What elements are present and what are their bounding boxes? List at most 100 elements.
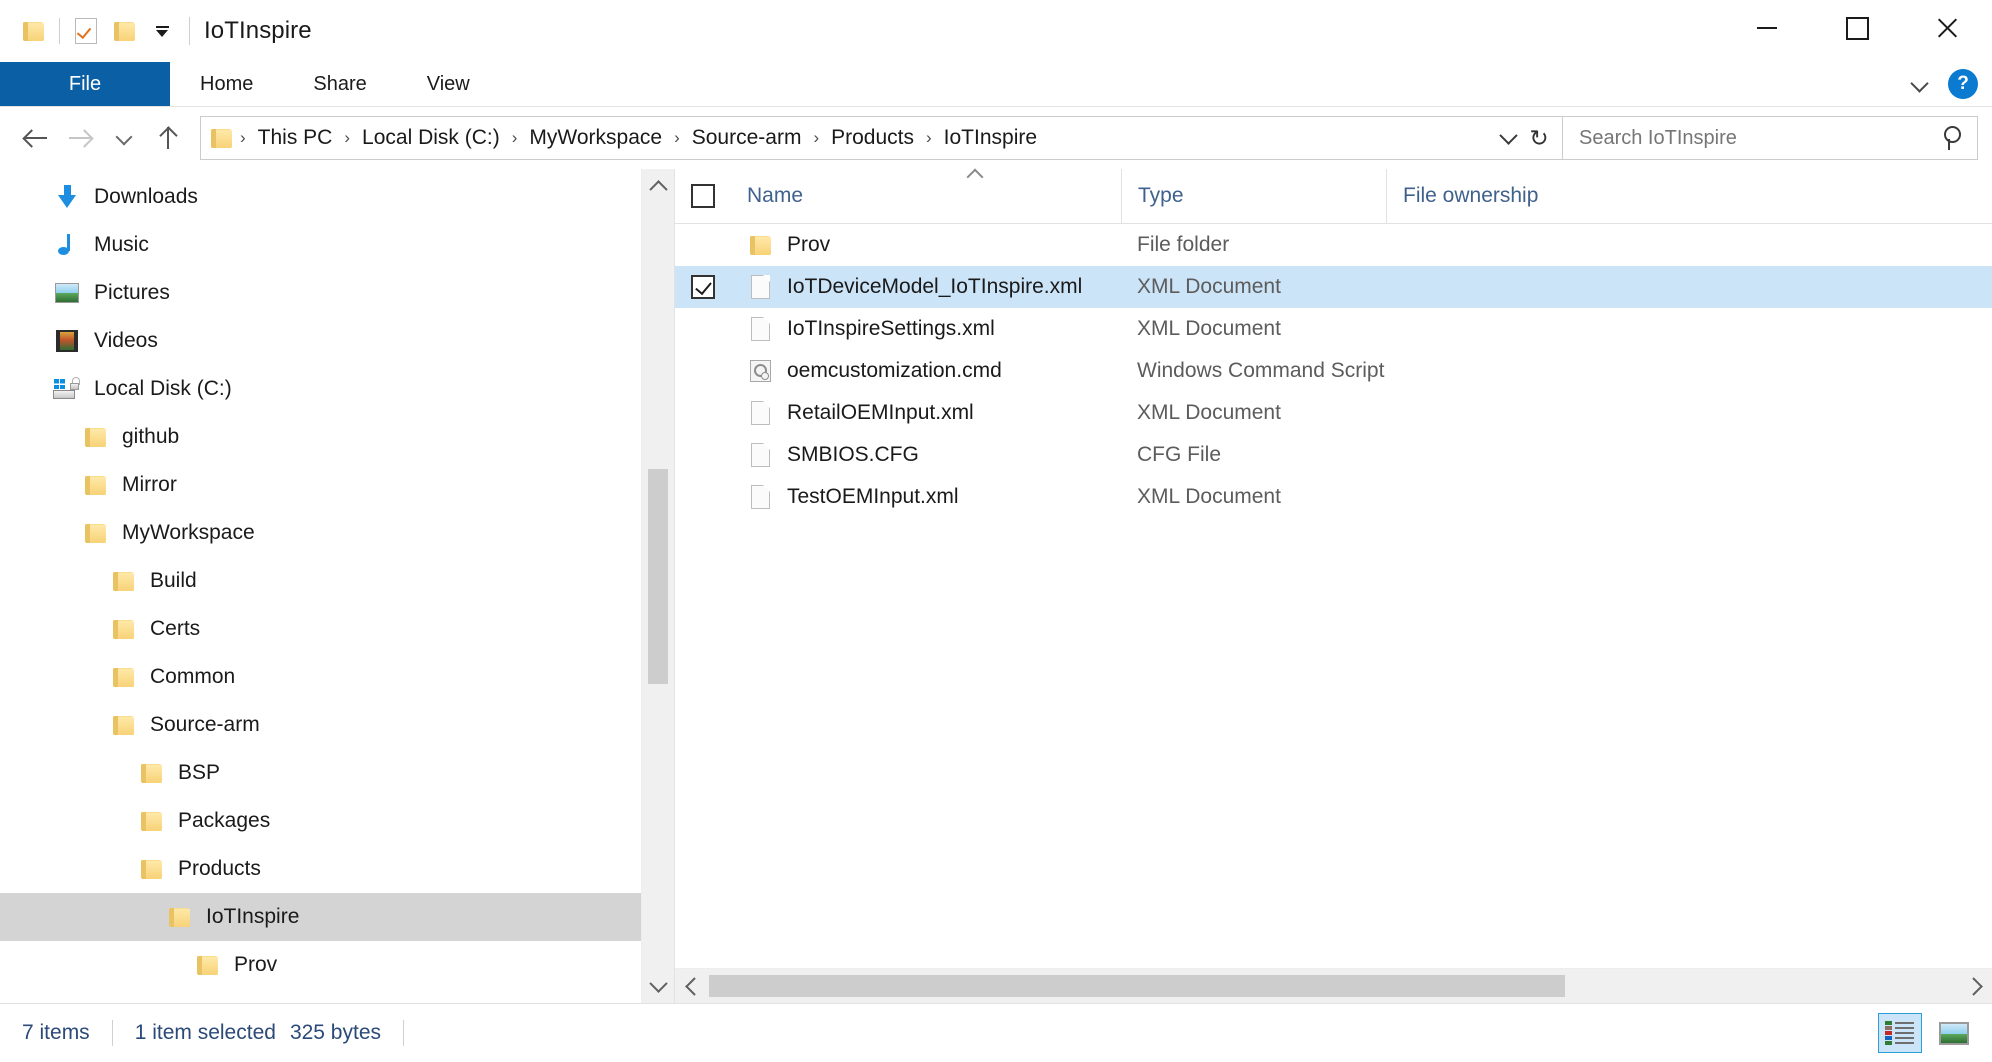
breadcrumb-item-this-pc[interactable]: This PC xyxy=(252,123,339,153)
address-dropdown-button[interactable] xyxy=(1494,121,1522,155)
sidebar-item-prov[interactable]: Prov xyxy=(0,941,674,989)
table-row[interactable]: ProvFile folder xyxy=(675,224,1992,266)
select-all-checkbox-cell[interactable] xyxy=(675,169,731,223)
hscroll-left-button[interactable] xyxy=(675,969,707,1003)
sidebar-item-icon xyxy=(52,377,82,401)
close-button[interactable] xyxy=(1902,0,1992,56)
sidebar-item-github[interactable]: github xyxy=(0,413,674,461)
qat-new-folder-button[interactable] xyxy=(105,12,143,50)
sidebar-item-packages[interactable]: Packages xyxy=(0,797,674,845)
forward-button[interactable] xyxy=(58,116,102,160)
breadcrumb-item-products[interactable]: Products xyxy=(825,123,920,153)
breadcrumb-bar[interactable]: › This PC › Local Disk (C:) › MyWorkspac… xyxy=(200,116,1563,160)
nav-scroll-thumb[interactable] xyxy=(648,469,668,684)
tab-home[interactable]: Home xyxy=(170,62,283,106)
breadcrumb: › This PC › Local Disk (C:) › MyWorkspac… xyxy=(211,123,1494,153)
large-icons-view-icon xyxy=(1939,1022,1969,1045)
recent-locations-button[interactable] xyxy=(102,116,146,160)
sidebar-item-common[interactable]: Common xyxy=(0,653,674,701)
ribbon-right-controls: ? xyxy=(1910,62,1978,106)
column-header-file-ownership[interactable]: File ownership xyxy=(1386,169,1992,223)
sidebar-item-label: github xyxy=(122,425,179,449)
file-icon xyxy=(751,401,770,425)
back-button[interactable] xyxy=(14,116,58,160)
column-header-name[interactable]: Name xyxy=(731,169,1121,223)
up-button[interactable] xyxy=(146,116,190,160)
file-list-horizontal-scrollbar[interactable] xyxy=(675,968,1992,1003)
help-button[interactable]: ? xyxy=(1948,69,1978,99)
row-checkbox-cell[interactable] xyxy=(675,275,731,299)
folder-icon xyxy=(750,236,771,255)
breadcrumb-item-iotinspire[interactable]: IoTInspire xyxy=(938,123,1043,153)
large-icons-view-button[interactable] xyxy=(1932,1013,1976,1053)
sidebar-item-source-arm[interactable]: Source-arm xyxy=(0,701,674,749)
table-row[interactable]: TestOEMInput.xmlXML Document xyxy=(675,476,1992,518)
cell-type: Windows Command Script xyxy=(1121,359,1386,383)
cell-name-label: IoTInspireSettings.xml xyxy=(787,317,995,341)
maximize-button[interactable] xyxy=(1812,0,1902,56)
file-icon xyxy=(751,275,770,299)
search-input[interactable] xyxy=(1577,126,1941,151)
document-check-icon xyxy=(75,18,97,44)
search-box[interactable] xyxy=(1563,116,1978,160)
hscroll-thumb[interactable] xyxy=(709,975,1565,997)
sidebar-item-iotinspire[interactable]: IoTInspire xyxy=(0,893,674,941)
details-view-button[interactable] xyxy=(1878,1013,1922,1053)
folder-icon xyxy=(85,428,106,447)
sidebar-item-pictures[interactable]: Pictures xyxy=(0,269,674,317)
sidebar-item-build[interactable]: Build xyxy=(0,557,674,605)
sidebar-item-videos[interactable]: Videos xyxy=(0,317,674,365)
nav-scroll-down-button[interactable] xyxy=(642,969,674,1003)
title-bar: IoTInspire xyxy=(0,0,1992,62)
qat-customize-button[interactable] xyxy=(143,12,181,50)
sidebar-item-icon xyxy=(192,956,222,975)
hscroll-right-button[interactable] xyxy=(1960,969,1992,1003)
qat-properties-button[interactable] xyxy=(67,12,105,50)
breadcrumb-item-myworkspace[interactable]: MyWorkspace xyxy=(523,123,668,153)
table-row[interactable]: SMBIOS.CFGCFG File xyxy=(675,434,1992,476)
select-all-checkbox[interactable] xyxy=(691,184,715,208)
sidebar-item-bsp[interactable]: BSP xyxy=(0,749,674,797)
column-header-type[interactable]: Type xyxy=(1121,169,1386,223)
sidebar-item-products[interactable]: Products xyxy=(0,845,674,893)
minimize-button[interactable] xyxy=(1722,0,1812,56)
breadcrumb-folder-icon xyxy=(211,129,232,148)
sidebar-item-downloads[interactable]: Downloads xyxy=(0,173,674,221)
chevron-down-icon[interactable] xyxy=(1910,74,1930,94)
column-header-row: Name Type File ownership xyxy=(675,169,1992,224)
tab-share[interactable]: Share xyxy=(283,62,396,106)
row-checkbox[interactable] xyxy=(691,275,715,299)
breadcrumb-separator: › xyxy=(668,128,686,148)
file-icon xyxy=(751,485,770,509)
folder-icon xyxy=(141,812,162,831)
sidebar-item-music[interactable]: Music xyxy=(0,221,674,269)
tab-file[interactable]: File xyxy=(0,62,170,106)
ribbon-tab-bar: File Home Share View ? xyxy=(0,62,1992,107)
sidebar-item-producta[interactable]: ProductA xyxy=(0,989,674,1003)
sidebar-item-mirror[interactable]: Mirror xyxy=(0,461,674,509)
table-row[interactable]: IoTDeviceModel_IoTInspire.xmlXML Documen… xyxy=(675,266,1992,308)
nav-scroll-up-button[interactable] xyxy=(642,169,674,203)
qat-folder-button[interactable] xyxy=(14,12,52,50)
sidebar-item-myworkspace[interactable]: MyWorkspace xyxy=(0,509,674,557)
folder-icon xyxy=(85,476,106,495)
quick-access-toolbar: IoTInspire xyxy=(0,12,312,50)
sidebar-item-certs[interactable]: Certs xyxy=(0,605,674,653)
breadcrumb-item-local-disk[interactable]: Local Disk (C:) xyxy=(356,123,506,153)
cell-name-label: TestOEMInput.xml xyxy=(787,485,959,509)
tab-view[interactable]: View xyxy=(397,62,500,106)
table-row[interactable]: RetailOEMInput.xmlXML Document xyxy=(675,392,1992,434)
breadcrumb-item-source-arm[interactable]: Source-arm xyxy=(686,123,808,153)
arrow-left-icon xyxy=(23,128,49,148)
window-title: IoTInspire xyxy=(204,17,312,45)
nav-pane-scrollbar[interactable] xyxy=(641,169,674,1003)
search-icon[interactable] xyxy=(1941,125,1967,151)
chevron-right-icon xyxy=(1964,977,1982,995)
refresh-button[interactable]: ↻ xyxy=(1522,121,1556,155)
table-row[interactable]: IoTInspireSettings.xmlXML Document xyxy=(675,308,1992,350)
folder-icon xyxy=(114,22,135,41)
title-divider xyxy=(189,17,190,45)
sidebar-item-icon xyxy=(52,185,82,209)
sidebar-item-local-disk-c[interactable]: Local Disk (C:) xyxy=(0,365,674,413)
table-row[interactable]: oemcustomization.cmdWindows Command Scri… xyxy=(675,350,1992,392)
